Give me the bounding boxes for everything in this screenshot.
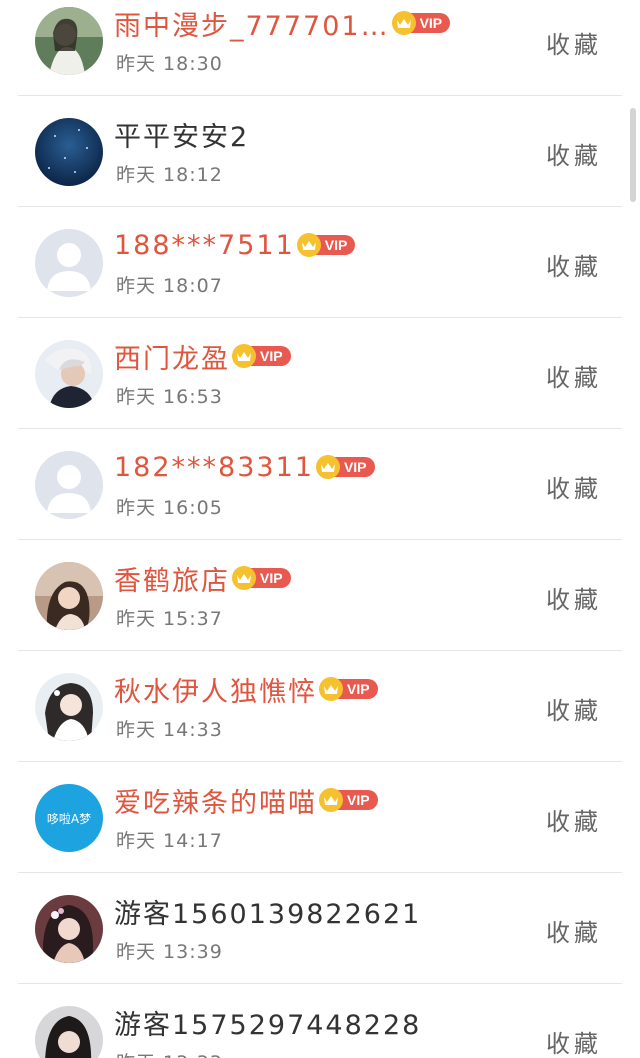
- list-item[interactable]: 游客1575297448228 昨天 13:33 收藏: [18, 984, 622, 1058]
- scrollbar[interactable]: [630, 108, 636, 202]
- avatar[interactable]: [35, 451, 103, 519]
- list-item[interactable]: 游客1560139822621 昨天 13:39 收藏: [18, 873, 622, 984]
- visit-time: 昨天 14:17: [116, 830, 223, 852]
- list-item[interactable]: 雨中漫步_777701… VIP 昨天 18:30 收藏: [18, 0, 622, 96]
- collect-button[interactable]: 收藏: [546, 580, 602, 615]
- list-item[interactable]: 182***83311 VIP 昨天 16:05 收藏: [18, 429, 622, 540]
- user-name[interactable]: 爱吃辣条的喵喵: [114, 781, 317, 820]
- list-item[interactable]: 哆啦A梦 爱吃辣条的喵喵 VIP 昨天 14:17 收藏: [18, 762, 622, 873]
- user-name[interactable]: 香鹤旅店: [114, 559, 230, 598]
- crown-icon: [315, 455, 340, 479]
- collect-button[interactable]: 收藏: [546, 358, 602, 393]
- vip-badge: VIP: [232, 566, 291, 590]
- user-name[interactable]: 雨中漫步_777701…: [114, 4, 390, 43]
- vip-badge: VIP: [319, 788, 378, 812]
- user-name[interactable]: 188***7511: [114, 230, 295, 261]
- collect-button[interactable]: 收藏: [546, 691, 602, 726]
- visit-time: 昨天 16:05: [116, 497, 223, 519]
- visit-time: 昨天 13:33: [116, 1048, 223, 1058]
- avatar[interactable]: [35, 895, 103, 963]
- avatar[interactable]: [35, 562, 103, 630]
- user-name[interactable]: 游客1575297448228: [114, 1003, 421, 1042]
- visit-time: 昨天 14:33: [116, 719, 223, 741]
- list-item[interactable]: 秋水伊人独憔悴 VIP 昨天 14:33 收藏: [18, 651, 622, 762]
- vip-badge: VIP: [319, 677, 378, 701]
- list-item[interactable]: 188***7511 VIP 昨天 18:07 收藏: [18, 207, 622, 318]
- collect-button[interactable]: 收藏: [546, 247, 602, 282]
- user-name[interactable]: 秋水伊人独憔悴: [114, 670, 317, 709]
- collect-button[interactable]: 收藏: [546, 802, 602, 837]
- crown-icon: [319, 788, 343, 812]
- avatar[interactable]: 哆啦A梦: [35, 784, 103, 852]
- collect-button[interactable]: 收藏: [546, 469, 602, 504]
- list-item[interactable]: 平平安安2 昨天 18:12 收藏: [18, 96, 622, 207]
- vip-badge: VIP: [391, 11, 451, 35]
- avatar[interactable]: [35, 340, 103, 408]
- avatar[interactable]: [35, 673, 103, 741]
- crown-icon: [296, 233, 321, 257]
- visitor-list: 雨中漫步_777701… VIP 昨天 18:30 收藏 平平安安2 昨天 18…: [0, 0, 640, 1058]
- visit-time: 昨天 15:37: [116, 608, 223, 630]
- list-item[interactable]: 香鹤旅店 VIP 昨天 15:37 收藏: [18, 540, 622, 651]
- user-name[interactable]: 平平安安2: [114, 115, 249, 154]
- avatar[interactable]: [35, 1006, 103, 1058]
- collect-button[interactable]: 收藏: [546, 25, 602, 60]
- avatar[interactable]: [35, 229, 103, 297]
- vip-badge: VIP: [296, 233, 356, 257]
- avatar[interactable]: [35, 118, 103, 186]
- visit-time: 昨天 18:12: [116, 164, 223, 186]
- vip-badge: VIP: [232, 344, 291, 368]
- crown-icon: [319, 677, 343, 701]
- list-item[interactable]: 西门龙盈 VIP 昨天 16:53 收藏: [18, 318, 622, 429]
- vip-badge: VIP: [315, 455, 375, 479]
- avatar[interactable]: [35, 7, 103, 75]
- crown-icon: [232, 566, 256, 590]
- crown-icon: [391, 11, 416, 35]
- visit-time: 昨天 18:07: [116, 275, 223, 297]
- avatar-text: 哆啦A梦: [46, 811, 92, 826]
- collect-button[interactable]: 收藏: [546, 136, 602, 171]
- visit-time: 昨天 18:30: [116, 53, 223, 75]
- user-name[interactable]: 西门龙盈: [114, 337, 230, 376]
- visit-time: 昨天 16:53: [116, 386, 223, 408]
- collect-button[interactable]: 收藏: [546, 913, 602, 948]
- visit-time: 昨天 13:39: [116, 941, 223, 963]
- user-name[interactable]: 游客1560139822621: [114, 892, 421, 931]
- collect-button[interactable]: 收藏: [546, 1024, 602, 1058]
- visitor-list-screen: 雨中漫步_777701… VIP 昨天 18:30 收藏 平平安安2 昨天 18…: [0, 0, 640, 1058]
- crown-icon: [232, 344, 256, 368]
- user-name[interactable]: 182***83311: [114, 452, 314, 483]
